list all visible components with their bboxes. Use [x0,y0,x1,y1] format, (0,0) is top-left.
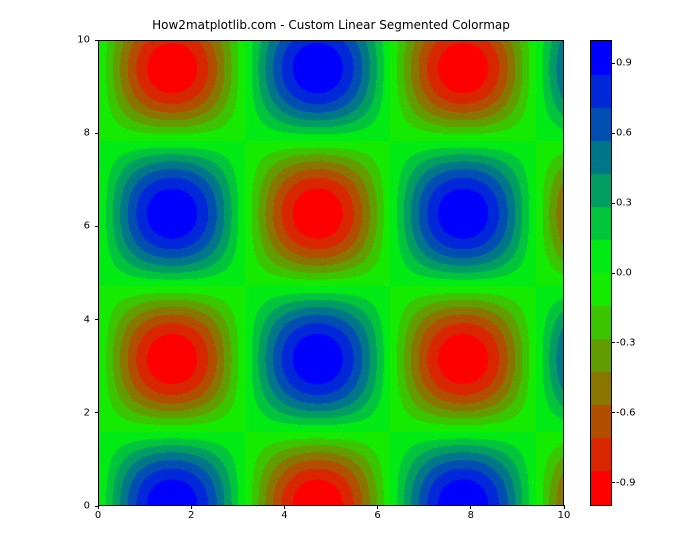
y-tick-label: 10 [77,35,90,46]
x-tickmark [564,505,565,509]
colorbar-tick-label: 0.9 [616,58,632,69]
x-tick-label: 8 [468,510,474,521]
colorbar-tickmark [611,63,615,64]
y-tickmark [95,226,99,227]
x-tickmark [191,505,192,509]
colorbar-tickmark [611,133,615,134]
colorbar-tick-label: 0.0 [616,268,632,279]
y-tick-label: 8 [84,128,90,139]
y-tickmark [95,412,99,413]
colorbar-tick-label: -0.9 [616,477,636,488]
colorbar-tickmark [611,273,615,274]
colorbar-tick-label: 0.3 [616,198,632,209]
heatmap-surface [99,41,563,505]
x-tick-label: 2 [188,510,194,521]
y-tickmark [95,40,99,41]
x-tick-label: 6 [374,510,380,521]
colorbar-tick-label: -0.6 [616,407,636,418]
colorbar-tick-label: 0.6 [616,128,632,139]
y-tick-label: 2 [84,407,90,418]
colorbar-tickmark [611,412,615,413]
colorbar-tickmark [611,203,615,204]
figure: How2matplotlib.com - Custom Linear Segme… [0,0,700,560]
y-tickmark [95,319,99,320]
y-tick-label: 0 [84,501,90,512]
x-tickmark [377,505,378,509]
y-tick-label: 6 [84,221,90,232]
colorbar-tickmark [611,342,615,343]
x-tick-label: 10 [558,510,571,521]
y-tick-label: 4 [84,314,90,325]
colorbar-tickmark [611,482,615,483]
colorbar [590,40,612,506]
colorbar-gradient [591,41,611,505]
y-tickmark [95,133,99,134]
x-tick-label: 0 [95,510,101,521]
x-tick-label: 4 [281,510,287,521]
x-tickmark [284,505,285,509]
chart-title: How2matplotlib.com - Custom Linear Segme… [98,18,564,32]
x-tickmark [470,505,471,509]
heatmap-axes [98,40,564,506]
colorbar-tick-label: -0.3 [616,337,636,348]
y-tickmark [95,506,99,507]
